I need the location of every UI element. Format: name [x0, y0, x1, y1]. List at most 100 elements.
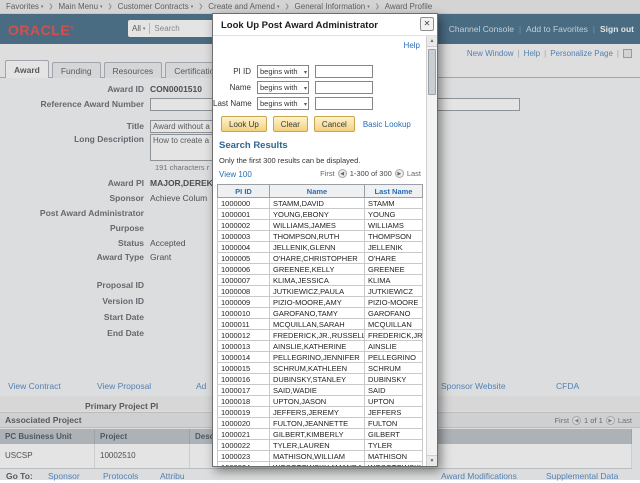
lookup-result-cell[interactable]: THOMPSON: [365, 231, 423, 242]
lookup-result-cell[interactable]: 1000013: [218, 341, 270, 352]
name-input[interactable]: [315, 81, 373, 94]
lookup-result-cell[interactable]: PELLEGRINO: [365, 352, 423, 363]
lookup-result-cell[interactable]: GILBERT: [365, 429, 423, 440]
lookup-result-cell[interactable]: FREDERICK,JR.,RUSSELL: [270, 330, 365, 341]
lookup-result-cell[interactable]: UPTON: [365, 396, 423, 407]
lookup-result-cell[interactable]: 1000024: [218, 462, 270, 468]
lookup-result-row[interactable]: 1000002WILLIAMS,JAMESWILLIAMS: [218, 220, 423, 231]
lookup-result-row[interactable]: 1000019JEFFERS,JEREMYJEFFERS: [218, 407, 423, 418]
lookup-result-cell[interactable]: 1000016: [218, 374, 270, 385]
clear-button[interactable]: Clear: [273, 116, 308, 132]
lookup-result-cell[interactable]: KLIMA: [365, 275, 423, 286]
lookup-result-cell[interactable]: DUBINSKY: [365, 374, 423, 385]
lookup-result-cell[interactable]: GAROFANO: [365, 308, 423, 319]
lookup-result-cell[interactable]: UPTON,JASON: [270, 396, 365, 407]
lookup-result-cell[interactable]: JEFFERS: [365, 407, 423, 418]
lookup-result-cell[interactable]: 1000011: [218, 319, 270, 330]
lookup-result-cell[interactable]: 1000005: [218, 253, 270, 264]
column-header-name[interactable]: Name: [270, 185, 365, 198]
lookup-result-cell[interactable]: PELLEGRINO,JENNIFER: [270, 352, 365, 363]
lookup-result-cell[interactable]: 1000015: [218, 363, 270, 374]
lookup-result-row[interactable]: 1000000STAMM,DAVIDSTAMM: [218, 198, 423, 209]
close-icon[interactable]: ✕: [420, 17, 434, 31]
lookup-result-row[interactable]: 1000015SCHRUM,KATHLEENSCHRUM: [218, 363, 423, 374]
lookup-result-cell[interactable]: FULTON,JEANNETTE: [270, 418, 365, 429]
lookup-result-row[interactable]: 1000016DUBINSKY,STANLEYDUBINSKY: [218, 374, 423, 385]
lookup-result-row[interactable]: 1000017SAID,WADIESAID: [218, 385, 423, 396]
lookup-result-cell[interactable]: 1000006: [218, 264, 270, 275]
lookup-result-cell[interactable]: JELLENIK: [365, 242, 423, 253]
pager-prev-icon[interactable]: ◀: [338, 169, 347, 178]
lookup-result-cell[interactable]: 1000019: [218, 407, 270, 418]
lookup-result-row[interactable]: 1000005O'HARE,CHRISTOPHERO'HARE: [218, 253, 423, 264]
lookup-result-row[interactable]: 1000020FULTON,JEANNETTEFULTON: [218, 418, 423, 429]
cancel-button[interactable]: Cancel: [314, 116, 355, 132]
lookup-result-cell[interactable]: O'HARE: [365, 253, 423, 264]
pager-first[interactable]: First: [320, 169, 335, 178]
lookup-result-cell[interactable]: STAMM,DAVID: [270, 198, 365, 209]
lookup-result-row[interactable]: 1000024WOSOTOWSKY,AMANDAWOSOTOWSKY: [218, 462, 423, 468]
lookup-result-cell[interactable]: 1000012: [218, 330, 270, 341]
lookup-result-cell[interactable]: THOMPSON,RUTH: [270, 231, 365, 242]
name-operator-select[interactable]: begins with▾: [257, 81, 309, 94]
lookup-result-cell[interactable]: GILBERT,KIMBERLY: [270, 429, 365, 440]
lookup-result-cell[interactable]: SAID,WADIE: [270, 385, 365, 396]
lookup-result-row[interactable]: 1000004JELLENIK,GLENNJELLENIK: [218, 242, 423, 253]
lookup-result-cell[interactable]: 1000022: [218, 440, 270, 451]
pi-id-operator-select[interactable]: begins with▾: [257, 65, 309, 78]
lookup-result-cell[interactable]: JUTKIEWICZ: [365, 286, 423, 297]
look-up-button[interactable]: Look Up: [221, 116, 267, 132]
view-100-link[interactable]: View 100: [219, 170, 252, 179]
lookup-result-cell[interactable]: AINSLIE: [365, 341, 423, 352]
modal-help-link[interactable]: Help: [404, 41, 420, 50]
scroll-up-icon[interactable]: ▲: [427, 36, 437, 47]
lookup-result-cell[interactable]: 1000010: [218, 308, 270, 319]
last-name-input[interactable]: [315, 97, 373, 110]
lookup-result-row[interactable]: 1000014PELLEGRINO,JENNIFERPELLEGRINO: [218, 352, 423, 363]
basic-lookup-link[interactable]: Basic Lookup: [363, 120, 411, 129]
lookup-result-cell[interactable]: STAMM: [365, 198, 423, 209]
lookup-result-row[interactable]: 1000012FREDERICK,JR.,RUSSELLFREDERICK,JR…: [218, 330, 423, 341]
lookup-result-cell[interactable]: 1000020: [218, 418, 270, 429]
lookup-result-cell[interactable]: FULTON: [365, 418, 423, 429]
lookup-result-row[interactable]: 1000021GILBERT,KIMBERLYGILBERT: [218, 429, 423, 440]
lookup-result-cell[interactable]: PIZIO-MOORE,AMY: [270, 297, 365, 308]
pager-next-icon[interactable]: ▶: [395, 169, 404, 178]
lookup-result-cell[interactable]: 1000021: [218, 429, 270, 440]
lookup-result-cell[interactable]: DUBINSKY,STANLEY: [270, 374, 365, 385]
lookup-result-row[interactable]: 1000008JUTKIEWICZ,PAULAJUTKIEWICZ: [218, 286, 423, 297]
lookup-result-cell[interactable]: WOSOTOWSKY,AMANDA: [270, 462, 365, 468]
lookup-result-cell[interactable]: MCQUILLAN: [365, 319, 423, 330]
lookup-result-cell[interactable]: 1000002: [218, 220, 270, 231]
lookup-result-cell[interactable]: 1000023: [218, 451, 270, 462]
lookup-result-row[interactable]: 1000001YOUNG,EBONYYOUNG: [218, 209, 423, 220]
lookup-result-cell[interactable]: 1000017: [218, 385, 270, 396]
scroll-thumb[interactable]: [428, 49, 436, 95]
lookup-result-cell[interactable]: KLIMA,JESSICA: [270, 275, 365, 286]
lookup-result-cell[interactable]: SAID: [365, 385, 423, 396]
lookup-result-cell[interactable]: MCQUILLAN,SARAH: [270, 319, 365, 330]
lookup-result-cell[interactable]: FREDERICK,JR.: [365, 330, 423, 341]
lookup-result-cell[interactable]: 1000001: [218, 209, 270, 220]
column-header-pi-id[interactable]: PI ID: [218, 185, 270, 198]
lookup-result-cell[interactable]: 1000003: [218, 231, 270, 242]
lookup-result-cell[interactable]: GREENEE: [365, 264, 423, 275]
last-name-operator-select[interactable]: begins with▾: [257, 97, 309, 110]
lookup-result-cell[interactable]: WILLIAMS,JAMES: [270, 220, 365, 231]
lookup-result-cell[interactable]: GREENEE,KELLY: [270, 264, 365, 275]
lookup-result-cell[interactable]: SCHRUM,KATHLEEN: [270, 363, 365, 374]
lookup-result-cell[interactable]: WOSOTOWSKY: [365, 462, 423, 468]
lookup-result-cell[interactable]: MATHISON,WILLIAM: [270, 451, 365, 462]
lookup-result-cell[interactable]: 1000018: [218, 396, 270, 407]
lookup-result-row[interactable]: 1000006GREENEE,KELLYGREENEE: [218, 264, 423, 275]
lookup-result-row[interactable]: 1000007KLIMA,JESSICAKLIMA: [218, 275, 423, 286]
modal-scrollbar[interactable]: ▲ ▼: [426, 36, 437, 466]
lookup-result-cell[interactable]: 1000000: [218, 198, 270, 209]
lookup-result-cell[interactable]: YOUNG,EBONY: [270, 209, 365, 220]
lookup-result-cell[interactable]: GAROFANO,TAMY: [270, 308, 365, 319]
lookup-result-cell[interactable]: TYLER,LAUREN: [270, 440, 365, 451]
lookup-result-cell[interactable]: MATHISON: [365, 451, 423, 462]
lookup-result-row[interactable]: 1000022TYLER,LAURENTYLER: [218, 440, 423, 451]
lookup-result-row[interactable]: 1000010GAROFANO,TAMYGAROFANO: [218, 308, 423, 319]
lookup-result-cell[interactable]: 1000004: [218, 242, 270, 253]
